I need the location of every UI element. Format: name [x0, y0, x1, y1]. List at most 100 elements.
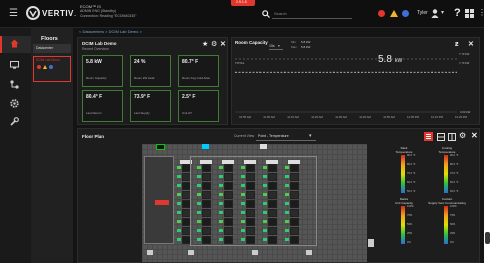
legend-title: Cooling Temperature	[438, 146, 456, 154]
menu-icon[interactable]: ☰	[9, 9, 18, 19]
floor-plan-title: Floor Plan	[82, 134, 105, 139]
close-icon[interactable]: ✕	[220, 41, 226, 48]
chevron-down-icon[interactable]: ▾	[441, 10, 444, 16]
legend-tick-label: 75%	[407, 214, 413, 217]
legend-tick-label: 60.0 °F	[407, 181, 416, 184]
view-chevron-icon: ▾	[309, 133, 312, 139]
x-tick-label: 12:15 PM	[431, 115, 443, 119]
capacity-point	[382, 71, 384, 73]
sensor-far-left[interactable]	[147, 250, 153, 255]
rack-temp-indicator	[177, 193, 181, 196]
legend-gradient-bar	[401, 206, 405, 244]
rack-temp-indicator	[177, 238, 181, 241]
dashboard-icon[interactable]	[465, 9, 474, 18]
sensor-bottom-left[interactable]	[188, 250, 194, 255]
min-label: Min	[291, 40, 296, 44]
x-tick-label: 11:05 AM	[263, 115, 275, 119]
legend-tick-label: 60.0 °F	[450, 181, 459, 184]
y-top-label: 7.73 kW	[459, 52, 470, 56]
search-underline	[272, 18, 352, 19]
alarm-info-icon[interactable]	[402, 10, 409, 17]
capacity-point	[283, 71, 285, 73]
tile-last-supply[interactable]: 73.9° F Last Supply	[130, 90, 171, 122]
breadcrumb[interactable]: < Datacenters > DCIM Lab Demo >	[79, 30, 142, 34]
vertiv-logo-icon	[26, 6, 40, 20]
capacity-title: Room Capacity	[235, 40, 268, 45]
capacity-point	[431, 71, 433, 73]
connections-icon[interactable]	[10, 80, 19, 89]
rack-temp-indicator	[177, 184, 181, 187]
tile-unit-delta-t[interactable]: 2.5° F Unit ΔT	[178, 90, 219, 122]
rack-temp-indicator	[177, 220, 181, 223]
floor-close-icon[interactable]: ✕	[471, 132, 478, 140]
legend-tick-label: 100%	[407, 205, 414, 208]
connection-status: Connection: Reading "ECOM40330"	[80, 14, 137, 18]
alarm-warning-icon[interactable]	[390, 10, 398, 17]
search-input[interactable]: Search	[274, 12, 287, 16]
legend-title: Racks Unit Capacity	[395, 197, 413, 205]
plan-side-tool[interactable]	[368, 239, 374, 247]
legend-tick-label: 50%	[407, 223, 413, 226]
sensor-top-mid[interactable]	[202, 144, 209, 149]
alarm-critical-icon[interactable]	[378, 10, 385, 17]
grid-view-icon[interactable]	[437, 133, 445, 141]
search-icon[interactable]	[262, 10, 270, 18]
sensor-top-right[interactable]	[260, 144, 267, 149]
rack-temp-indicator	[177, 211, 181, 214]
view-select[interactable]: Point - Temperature ▾	[256, 132, 316, 141]
tile-room-kw-avail[interactable]: 24 % Room kW Avail	[130, 55, 171, 87]
cooling-unit-top[interactable]	[156, 144, 165, 150]
min-value: 5.8 kW	[301, 40, 311, 44]
user-icon[interactable]	[431, 9, 439, 18]
scrollbar-thumb[interactable]	[485, 232, 490, 244]
kw-icon[interactable]: ƶ	[455, 41, 459, 48]
legend-tick-label: 90.0 °F	[450, 154, 459, 157]
floors-panel: Floors Datacenter DCIM Lab Demo	[31, 28, 73, 263]
floor-plan-card: Floor Plan Current View Point - Temperat…	[77, 128, 480, 263]
tile-last-return[interactable]: 80.4° F Last Return	[82, 90, 123, 122]
legend-tick-label: 50%	[450, 223, 456, 226]
user-name[interactable]: Tyler	[417, 11, 428, 16]
legend-tick-label: 25%	[407, 232, 413, 235]
floors-item-datacenter[interactable]: Datacenter	[33, 44, 71, 53]
tile-room-capacity[interactable]: 5.8 kW Room Capacity	[82, 55, 123, 87]
capacity-point	[357, 71, 359, 73]
capacity-close-icon[interactable]: ✕	[468, 41, 474, 48]
home-icon[interactable]	[10, 39, 19, 48]
floor-tool-active-icon[interactable]	[424, 132, 433, 141]
scrollbar[interactable]	[484, 0, 491, 263]
lab-demo-card: DCIM Lab Demo Recent Overview ★ ⚙ ✕ 5.8 …	[77, 37, 228, 125]
legend-title: Coolant Supply Vent Communicating	[428, 197, 466, 205]
floor-gear-icon[interactable]: ⚙	[459, 132, 466, 140]
star-icon[interactable]: ★	[202, 41, 208, 48]
help-icon[interactable]: ?	[454, 8, 461, 19]
legend-tick-label: 50.0 °F	[450, 190, 459, 193]
selected-rack[interactable]	[155, 200, 169, 205]
current-view-label: Current View	[234, 134, 255, 138]
capacity-chart	[235, 58, 457, 113]
app-window: ☰ VERTIV . ECOM™ IS ADMIN ENG (Standby) …	[0, 0, 484, 263]
rack-temp-indicator	[177, 202, 181, 205]
legend-tick-label: 70.0 °F	[450, 172, 459, 175]
tile-room-avg-cold-aisle[interactable]: 80.7° F Room Avg Cold Aisle	[178, 55, 219, 87]
monitor-icon[interactable]	[10, 61, 19, 69]
floor-thumbnail[interactable]: DCIM Lab Demo	[33, 56, 71, 82]
x-tick-label: 12:05 PM	[407, 115, 419, 119]
rack-temp-indicator	[177, 175, 181, 178]
legend-gradient-bar	[401, 155, 405, 193]
layout-icon[interactable]	[448, 133, 456, 141]
rack-temp-indicator	[177, 229, 181, 232]
app-subtitle: ADMIN ENG (Standby)	[80, 9, 116, 13]
x-tick-label: 11:55 AM	[383, 115, 395, 119]
settings-icon[interactable]	[10, 99, 19, 108]
legend-tick-label: 25%	[450, 232, 456, 235]
sensor-bottom-right[interactable]	[306, 250, 312, 255]
gear-icon[interactable]: ⚙	[211, 41, 217, 48]
floors-title: Floors	[41, 36, 58, 42]
y-bottom-label: 0.00 kW	[460, 110, 471, 114]
floor-canvas[interactable]	[142, 144, 367, 262]
wrench-icon[interactable]	[10, 117, 19, 126]
range-select[interactable]: 15s ▾	[269, 44, 283, 50]
zone-outline	[190, 156, 317, 246]
sensor-bottom-mid[interactable]	[252, 250, 258, 255]
